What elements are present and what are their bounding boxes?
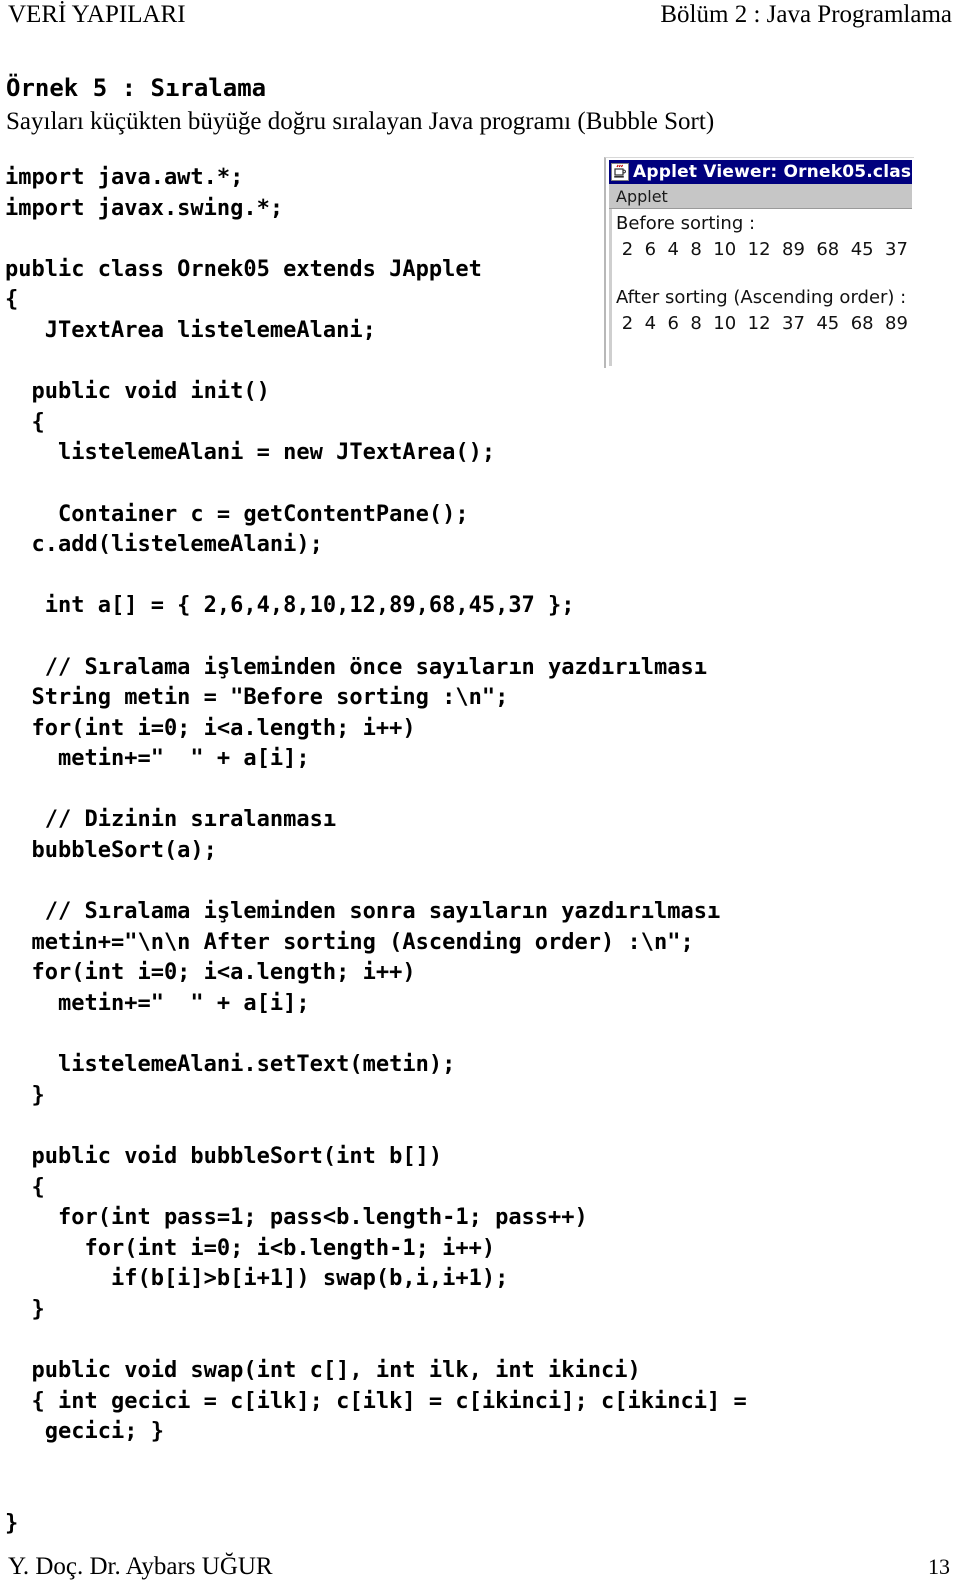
code-line: { [5, 409, 45, 435]
code-line: } [5, 1082, 45, 1108]
code-line: for(int i=0; i<a.length; i++) [5, 960, 416, 986]
code-line: bubbleSort(a); [5, 838, 217, 864]
code-line: // Sıralama işleminden önce sayıların ya… [5, 654, 707, 680]
code-line: } [5, 1296, 45, 1322]
applet-output-line: Before sorting : [616, 213, 756, 234]
example-subtitle: Sayıları küçükten büyüğe doğru sıralayan… [6, 108, 715, 135]
applet-window-title: Applet Viewer: Ornek05.class [633, 162, 912, 182]
code-line: // Sıralama işleminden sonra sayıların y… [5, 899, 721, 925]
applet-output-line [616, 263, 908, 285]
header-course-title: VERİ YAPILARI [8, 1, 186, 28]
code-line: String metin = "Before sorting :\n"; [5, 685, 509, 711]
example-title: Örnek 5 : Sıralama [6, 74, 267, 102]
java-source-code: import java.awt.*; import javax.swing.*; … [5, 163, 955, 1540]
page-footer: Y. Doç. Dr. Aybars UĞUR 13 [8, 1553, 950, 1581]
code-line: metin+=" " + a[i]; [5, 746, 310, 772]
code-line: public void init() [5, 379, 270, 405]
applet-titlebar: Applet Viewer: Ornek05.class [609, 160, 912, 184]
footer-page-number: 13 [928, 1554, 950, 1579]
code-line: c.add(listelemeAlani); [5, 532, 323, 558]
applet-output-text: Before sorting : 2 6 4 8 10 12 89 68 45 … [616, 211, 908, 337]
applet-menubar: Applet [609, 184, 912, 209]
code-line: listelemeAlani.setText(metin); [5, 1052, 456, 1078]
code-line: gecici; } [5, 1419, 164, 1445]
footer-author: Y. Doç. Dr. Aybars UĞUR [8, 1553, 273, 1580]
code-line: if(b[i]>b[i+1]) swap(b,i,i+1); [5, 1266, 509, 1292]
code-line: int a[] = { 2,6,4,8,10,12,89,68,45,37 }; [5, 593, 575, 619]
code-line: for(int i=0; i<b.length-1; i++) [5, 1235, 496, 1261]
code-line: // Dizinin sıralanması [5, 807, 337, 833]
applet-viewer-window: Applet Viewer: Ornek05.class Applet Befo… [604, 157, 914, 368]
applet-textarea: Before sorting : 2 6 4 8 10 12 89 68 45 … [609, 209, 912, 366]
applet-menu-item-applet[interactable]: Applet [616, 187, 668, 206]
applet-window-frame: Applet Viewer: Ornek05.class Applet Befo… [604, 157, 914, 368]
applet-output-line: 2 6 4 8 10 12 89 68 45 37 [616, 239, 908, 260]
code-line: Container c = getContentPane(); [5, 501, 469, 527]
code-line: listelemeAlani = new JTextArea(); [5, 440, 496, 466]
code-line: { [5, 1174, 45, 1200]
java-coffee-cup-icon [611, 163, 629, 181]
applet-output-line: After sorting (Ascending order) : [616, 287, 907, 308]
code-line: } [5, 1511, 19, 1537]
header-chapter-title: Bölüm 2 : Java Programlama [660, 1, 952, 28]
code-line: { int gecici = c[ilk]; c[ilk] = c[ikinci… [5, 1388, 747, 1414]
applet-output-line: 2 4 6 8 10 12 37 45 68 89 [616, 313, 908, 334]
code-line: for(int pass=1; pass<b.length-1; pass++) [5, 1205, 588, 1231]
page-header: VERİ YAPILARI Bölüm 2 : Java Programlama [8, 0, 952, 40]
code-line: metin+=" " + a[i]; [5, 991, 310, 1017]
code-line: public void swap(int c[], int ilk, int i… [5, 1358, 641, 1384]
code-line: public void bubbleSort(int b[]) [5, 1144, 443, 1169]
code-line: metin+="\n\n After sorting (Ascending or… [5, 929, 694, 955]
code-line: for(int i=0; i<a.length; i++) [5, 715, 416, 741]
